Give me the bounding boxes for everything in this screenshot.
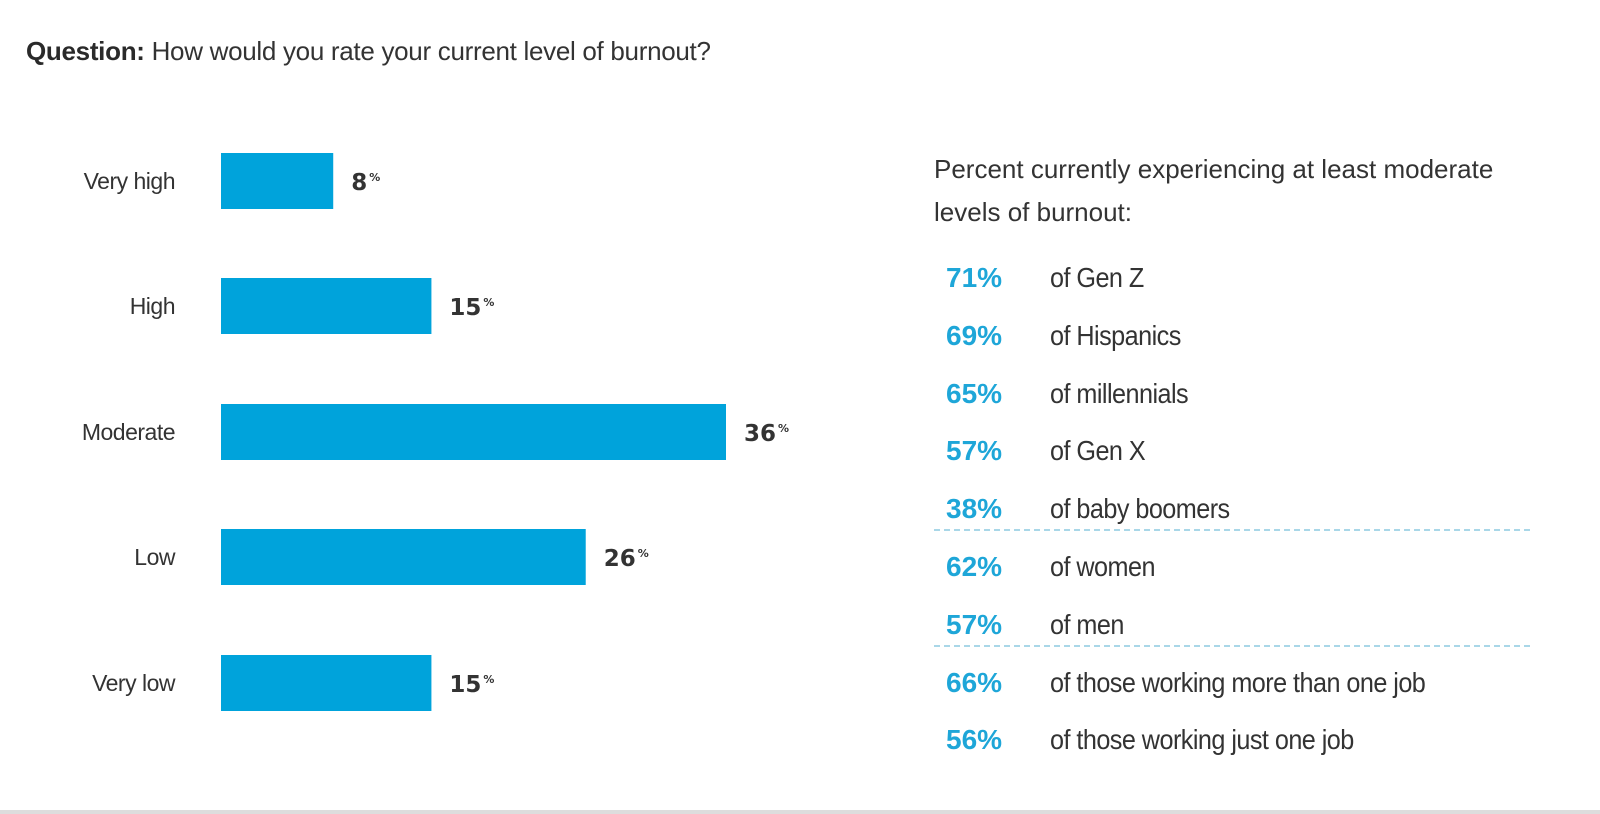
category-label: High [130, 293, 175, 319]
bar [221, 153, 334, 209]
group-divider [934, 644, 1530, 647]
stat-label: of Gen Z [1050, 262, 1144, 293]
bar [221, 278, 432, 334]
stat-value: 62% [946, 551, 1003, 582]
burnout-bar-chart: Very high 8 % High 15 % Moderate 36 % Low 26 % Very … [82, 153, 789, 711]
stat-label: of millennials [1050, 377, 1189, 409]
stat-value: 56% [946, 724, 1003, 756]
stat-label: of women [1050, 551, 1155, 582]
stat-value: 71% [946, 262, 1003, 293]
stat-row: 66% of those working more than one job [946, 663, 1467, 703]
stat-value: 66% [946, 666, 1003, 698]
stat-label: of men [1050, 608, 1124, 640]
stat-label: of Hispanics [1050, 319, 1181, 351]
side-panel-title: Percent currently experiencing at least … [934, 154, 1494, 227]
stat-label: of Gen X [1050, 435, 1146, 467]
category-label: Low [134, 544, 176, 570]
value-label: 36% [744, 421, 789, 447]
category-label: Very low [92, 670, 176, 696]
value-label: 15% [449, 295, 494, 321]
bar [221, 529, 586, 585]
stat-row: 57% of men [946, 605, 1132, 645]
stat-row: 38% of baby boomers [946, 489, 1250, 529]
bottom-divider [0, 810, 1600, 814]
stat-value: 38% [946, 493, 1003, 525]
category-label: Very high [84, 168, 175, 194]
stat-value: 65% [946, 377, 1003, 409]
stat-label: of those working more than one job [1050, 666, 1426, 698]
value-label: 8% [351, 170, 380, 196]
stat-label: of baby boomers [1050, 493, 1230, 525]
stat-row: 57% of Gen X [946, 431, 1156, 471]
value-label: 15% [449, 672, 494, 698]
stat-value: 57% [946, 435, 1003, 467]
stat-label: of those working just one job [1050, 724, 1354, 756]
stat-row: 62% of women [946, 547, 1167, 587]
stat-row: 71% of Gen Z [946, 258, 1154, 298]
stat-value: 69% [946, 319, 1003, 351]
group-divider [934, 529, 1530, 531]
stat-row: 65% of millennials [946, 374, 1203, 414]
bar [221, 655, 432, 711]
category-label: Moderate [82, 419, 175, 445]
stat-row: 56% of those working just one job [946, 720, 1387, 760]
stat-row: 69% of Hispanics [946, 316, 1195, 356]
bar [221, 404, 726, 460]
value-label: 26% [604, 546, 649, 572]
stat-value: 57% [946, 608, 1003, 640]
